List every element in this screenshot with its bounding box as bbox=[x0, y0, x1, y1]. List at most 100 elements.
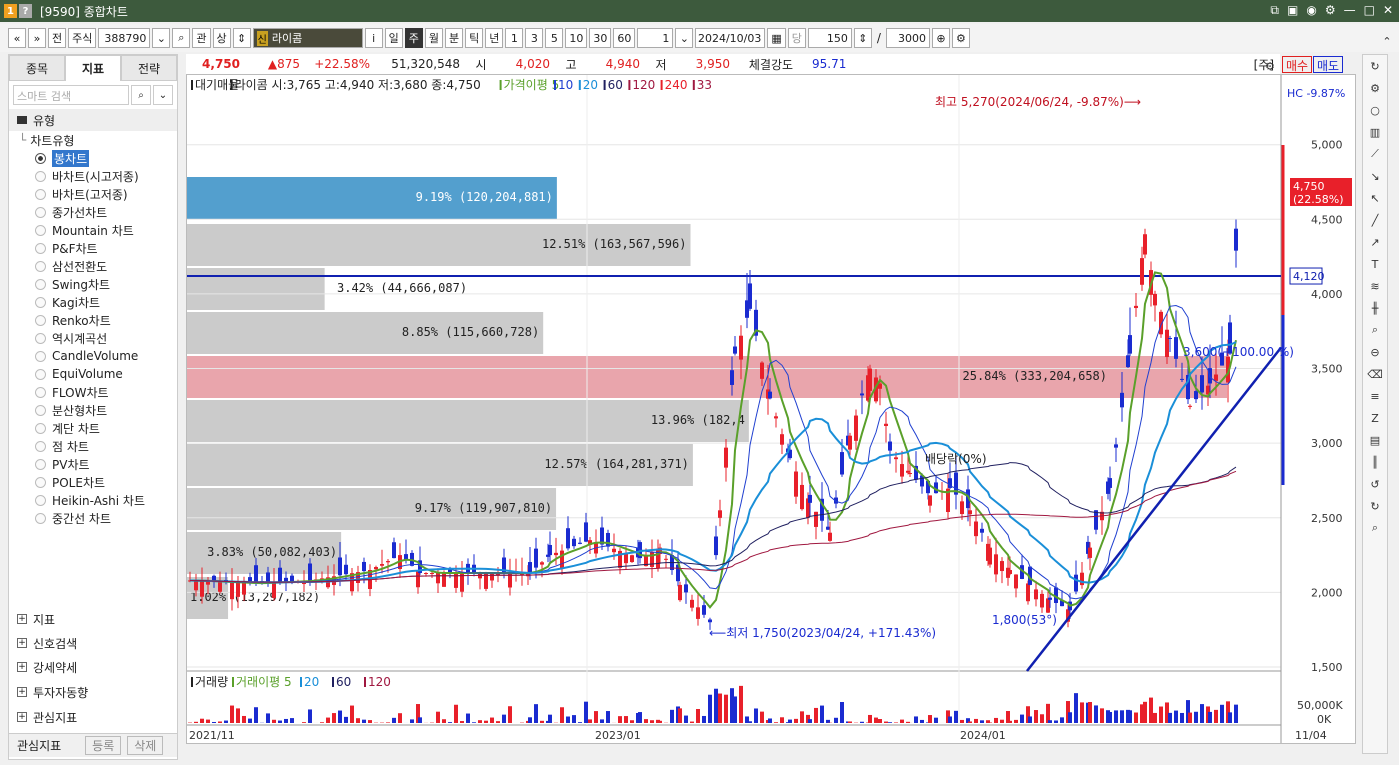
radio-icon[interactable] bbox=[35, 314, 46, 326]
chart-type-option[interactable]: POLE차트 bbox=[19, 473, 177, 491]
circle-icon[interactable]: ○ bbox=[1363, 99, 1387, 121]
calendar-icon[interactable]: ▦ bbox=[767, 28, 786, 48]
interval-dropdown-icon[interactable]: ⌄ bbox=[675, 28, 694, 48]
tab-stock[interactable]: 종목 bbox=[9, 55, 65, 81]
text-tool-icon[interactable]: T bbox=[1363, 253, 1387, 275]
display-count-input[interactable]: 150 bbox=[807, 28, 852, 48]
radio-icon[interactable] bbox=[35, 494, 46, 506]
grid-icon[interactable]: ▤ bbox=[1363, 429, 1387, 451]
chart-type-option[interactable]: PV차트 bbox=[19, 455, 177, 473]
radio-icon[interactable] bbox=[35, 206, 46, 218]
radio-icon[interactable] bbox=[35, 422, 46, 434]
interval-input[interactable]: 1 bbox=[637, 28, 674, 48]
radio-icon[interactable] bbox=[35, 188, 46, 200]
chart-type-option[interactable]: Swing차트 bbox=[19, 275, 177, 293]
chart-area[interactable]: 9.19% (120,204,881) 12.51% (163,567,596) 3… bbox=[186, 74, 1356, 744]
radio-icon[interactable] bbox=[35, 332, 46, 344]
radio-icon[interactable] bbox=[35, 386, 46, 398]
section-favorites[interactable]: + 관심지표 bbox=[9, 705, 177, 729]
window-num-2[interactable]: ? bbox=[19, 4, 32, 18]
prev-button[interactable]: « bbox=[8, 28, 26, 48]
interval-30[interactable]: 30 bbox=[589, 28, 612, 48]
radio-icon[interactable] bbox=[35, 296, 46, 308]
interval-5[interactable]: 5 bbox=[545, 28, 564, 48]
search-zoom-icon[interactable]: ⌕ bbox=[1363, 517, 1387, 539]
code-input[interactable]: 388790 bbox=[98, 28, 151, 48]
window-num-1[interactable]: 1 bbox=[4, 4, 17, 18]
radio-icon[interactable] bbox=[35, 260, 46, 272]
price-chart-svg[interactable]: 9.19% (120,204,881) 12.51% (163,567,596) 3… bbox=[187, 75, 1355, 743]
tab-strategy[interactable]: 전략 bbox=[121, 55, 177, 81]
interval-1[interactable]: 1 bbox=[505, 28, 524, 48]
radio-icon[interactable] bbox=[35, 440, 46, 452]
chart-type-option[interactable]: 역시계곡선 bbox=[19, 329, 177, 347]
chart-type-option[interactable]: EquiVolume bbox=[19, 365, 177, 383]
period-week[interactable]: 주 bbox=[404, 28, 423, 48]
code-dropdown-icon[interactable]: ⌄ bbox=[152, 28, 171, 48]
chart-type-option[interactable]: 계단 차트 bbox=[19, 419, 177, 437]
radio-icon[interactable] bbox=[35, 224, 46, 236]
radio-icon[interactable] bbox=[35, 152, 46, 164]
chart-type-option[interactable]: 봉차트 bbox=[19, 149, 177, 167]
radio-icon[interactable] bbox=[35, 242, 46, 254]
eraser-icon[interactable]: ⌫ bbox=[1363, 363, 1387, 385]
register-button[interactable]: 등록 bbox=[85, 736, 122, 755]
tree-chart-type[interactable]: └ 차트유형 bbox=[19, 131, 177, 149]
pattern-icon[interactable]: ≡ bbox=[1363, 385, 1387, 407]
section-indicator[interactable]: + 지표 bbox=[9, 607, 177, 631]
chart-type-option[interactable]: 종가선차트 bbox=[19, 203, 177, 221]
radio-icon[interactable] bbox=[35, 368, 46, 380]
interval-3[interactable]: 3 bbox=[525, 28, 544, 48]
tab-indicator[interactable]: 지표 bbox=[65, 55, 121, 81]
arrow-tool-icon[interactable]: ↘ bbox=[1363, 165, 1387, 187]
section-type[interactable]: 유형 bbox=[9, 109, 177, 131]
period-minute[interactable]: 분 bbox=[445, 28, 464, 48]
chart-type-option[interactable]: 분산형차트 bbox=[19, 401, 177, 419]
period-day[interactable]: 일 bbox=[384, 28, 403, 48]
radio-icon[interactable] bbox=[35, 350, 46, 362]
section-strength[interactable]: + 강세약세 bbox=[9, 655, 177, 679]
chart-type-option[interactable]: FLOW차트 bbox=[19, 383, 177, 401]
market-select[interactable]: 주식 bbox=[68, 28, 97, 48]
total-count-input[interactable]: 3000 bbox=[885, 28, 930, 48]
all-button[interactable]: 전 bbox=[48, 28, 67, 48]
chart-type-option[interactable]: 중간선 차트 bbox=[19, 509, 177, 527]
close-icon[interactable]: ✕ bbox=[1383, 3, 1393, 18]
delete-button[interactable]: 삭제 bbox=[127, 736, 164, 755]
auto-trend-icon[interactable]: ↗ bbox=[1363, 231, 1387, 253]
chart-type-option[interactable]: P&F차트 bbox=[19, 239, 177, 257]
collapse-icon[interactable]: ⌃ bbox=[1375, 30, 1399, 52]
smart-search-input[interactable]: 스마트 검색 bbox=[13, 85, 129, 105]
trendline-icon[interactable]: ╱ bbox=[1363, 209, 1387, 231]
chart-type-option[interactable]: Mountain 차트 bbox=[19, 221, 177, 239]
stock-name-field[interactable]: 신 라이콤 bbox=[252, 28, 363, 48]
undo-icon[interactable]: ↺ bbox=[1363, 473, 1387, 495]
gear-icon[interactable]: ⚙ bbox=[1325, 3, 1336, 18]
next-button[interactable]: » bbox=[28, 28, 46, 48]
info-button[interactable]: i bbox=[364, 28, 383, 48]
radio-icon[interactable] bbox=[35, 476, 46, 488]
search-icon[interactable]: ⌕ bbox=[131, 85, 151, 105]
radio-icon[interactable] bbox=[35, 170, 46, 182]
radio-icon[interactable] bbox=[35, 278, 46, 290]
interval-10[interactable]: 10 bbox=[565, 28, 588, 48]
sell-button[interactable]: 매도 bbox=[1313, 56, 1344, 73]
chart-type-option[interactable]: Renko차트 bbox=[19, 311, 177, 329]
chart-type-option[interactable]: Kagi차트 bbox=[19, 293, 177, 311]
line-tool-icon[interactable]: ⟋ bbox=[1363, 143, 1387, 165]
expand-icon[interactable]: ⌄ bbox=[153, 85, 173, 105]
sang-button[interactable]: 상 bbox=[212, 28, 231, 48]
save-icon[interactable]: ▣ bbox=[1287, 3, 1298, 18]
buy-button[interactable]: 매수 bbox=[1282, 56, 1313, 73]
candle-icon[interactable]: ╫ bbox=[1363, 297, 1387, 319]
search-icon[interactable]: ⌕ bbox=[172, 28, 191, 48]
gwan-button[interactable]: 관 bbox=[192, 28, 211, 48]
chart-type-option[interactable]: 바차트(시고저종) bbox=[19, 167, 177, 185]
gear-icon[interactable]: ⚙ bbox=[1363, 77, 1387, 99]
radio-icon[interactable] bbox=[35, 404, 46, 416]
spin-icon[interactable]: ⇕ bbox=[232, 28, 251, 48]
cursor-icon[interactable]: ↖ bbox=[1363, 187, 1387, 209]
period-tick[interactable]: 틱 bbox=[465, 28, 484, 48]
columns-icon[interactable]: ║ bbox=[1363, 451, 1387, 473]
chart-type-option[interactable]: 바차트(고저종) bbox=[19, 185, 177, 203]
